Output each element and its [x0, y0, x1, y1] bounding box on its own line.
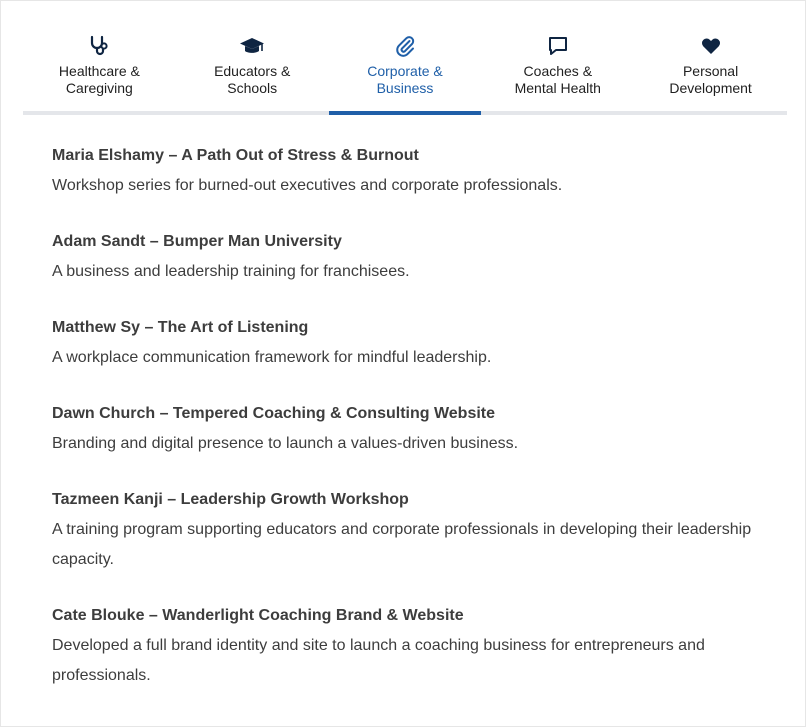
- list-item: Matthew Sy – The Art of Listening A work…: [52, 313, 772, 373]
- tab-educators-schools[interactable]: Educators & Schools: [176, 1, 329, 115]
- list-item: Maria Elshamy – A Path Out of Stress & B…: [52, 141, 772, 201]
- project-title: Maria Elshamy – A Path Out of Stress & B…: [52, 147, 419, 164]
- project-title: Dawn Church – Tempered Coaching & Consul…: [52, 405, 496, 422]
- graduation-cap-icon: [176, 35, 329, 57]
- project-description: Branding and digital presence to launch …: [52, 435, 519, 452]
- list-item: Tazmeen Kanji – Leadership Growth Worksh…: [52, 485, 772, 575]
- project-description: Developed a full brand identity and site…: [52, 637, 705, 684]
- paperclip-icon: [329, 35, 482, 57]
- list-item: Dawn Church – Tempered Coaching & Consul…: [52, 399, 772, 459]
- list-item: Cate Blouke – Wanderlight Coaching Brand…: [52, 601, 772, 691]
- project-description: A business and leadership training for f…: [52, 263, 410, 280]
- tab-label-line1: Educators &: [214, 63, 291, 79]
- tab-label-line2: Mental Health: [514, 80, 601, 96]
- tab-label-line1: Personal: [682, 63, 739, 79]
- project-description: A training program supporting educators …: [52, 521, 752, 568]
- tab-corporate-business[interactable]: Corporate & Business: [328, 1, 482, 115]
- tab-label-line2: Caregiving: [65, 80, 133, 96]
- content-panel: Healthcare & Caregiving Educators & Scho…: [0, 0, 806, 727]
- tab-personal-development[interactable]: Personal Development: [634, 1, 787, 115]
- tab-coaches-mental-health[interactable]: Coaches & Mental Health: [481, 1, 634, 115]
- tab-label-line2: Development: [669, 80, 752, 96]
- project-title: Cate Blouke – Wanderlight Coaching Brand…: [52, 607, 464, 624]
- tab-label-line1: Healthcare &: [58, 63, 140, 79]
- speech-bubble-icon: [481, 35, 634, 57]
- project-list: Maria Elshamy – A Path Out of Stress & B…: [52, 141, 772, 717]
- tab-label-line2: Schools: [227, 80, 278, 96]
- tab-label-line1: Corporate &: [367, 63, 443, 79]
- stethoscope-icon: [23, 35, 176, 57]
- list-item: Adam Sandt – Bumper Man University A bus…: [52, 227, 772, 287]
- project-description: A workplace communication framework for …: [52, 349, 492, 366]
- project-title: Matthew Sy – The Art of Listening: [52, 319, 309, 336]
- project-title: Adam Sandt – Bumper Man University: [52, 233, 342, 250]
- category-tabs: Healthcare & Caregiving Educators & Scho…: [23, 1, 787, 115]
- tab-label-line1: Coaches &: [523, 63, 593, 79]
- tab-label-line2: Business: [376, 80, 434, 96]
- heart-icon: [634, 35, 787, 57]
- tab-healthcare-caregiving[interactable]: Healthcare & Caregiving: [23, 1, 176, 115]
- project-title: Tazmeen Kanji – Leadership Growth Worksh…: [52, 491, 409, 508]
- project-description: Workshop series for burned-out executive…: [52, 177, 563, 194]
